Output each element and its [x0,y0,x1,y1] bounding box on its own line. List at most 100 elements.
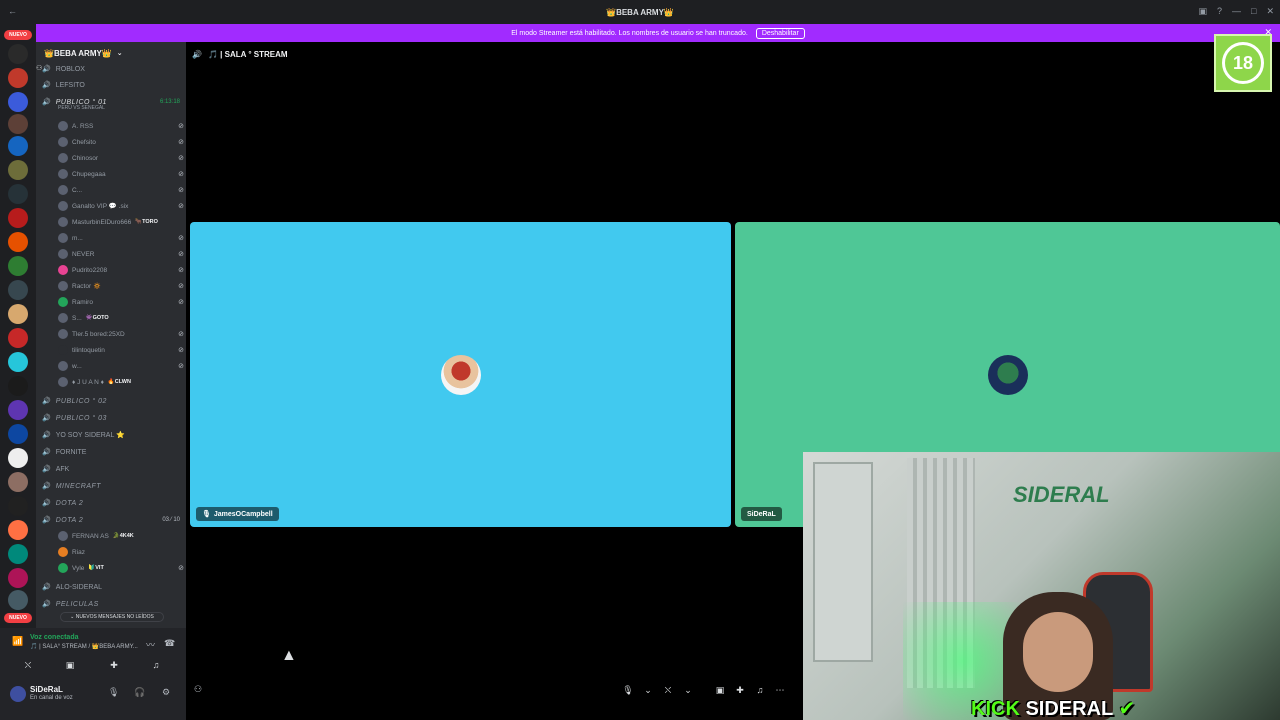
server-icon[interactable] [8,68,28,88]
channel-publico-02[interactable]: 🔊 PUBLICO ° 02 [42,394,182,408]
voice-user[interactable]: Chinosor ⊘ [58,151,184,165]
banner-text: El modo Streamer está habilitado. Los no… [511,29,748,37]
voice-user[interactable]: Ganalto VIP 💬 .six ⊘ [58,199,184,213]
server-icon[interactable] [8,304,28,324]
inbox-icon[interactable]: ▣ [1198,6,1207,17]
microphone-icon[interactable]: 🎙 [108,687,119,698]
voice-user[interactable]: Riaz [58,545,184,559]
headphones-icon[interactable]: 🎧 [134,687,145,698]
voice-user[interactable]: MasturbinElDuro666 🐂TORO [58,215,184,229]
help-icon[interactable]: ? [1217,6,1222,17]
server-icon[interactable] [8,160,28,180]
voice-user[interactable]: Chupegaaa ⊘ [58,167,184,181]
signal-icon[interactable]: 📶 [12,636,23,647]
voice-channel[interactable]: 🎵 | SALA° STREAM / 👑BEBA ARMY... [30,643,138,650]
user-name[interactable]: SiDeRaL [30,685,63,694]
server-icon[interactable] [8,44,28,64]
channel-yo-soy-sideral[interactable]: 🔊 YO SOY SIDERAL ⭐ [42,428,182,442]
voice-user[interactable]: Chefsito ⊘ [58,135,184,149]
voice-status[interactable]: Voz conectada [30,634,79,641]
voice-user[interactable]: S... 👾GOTO [58,311,184,325]
channel-publico-03[interactable]: 🔊 PUBLICO ° 03 [42,411,182,425]
back-arrow-icon[interactable]: ← [8,6,17,16]
screen-share-button[interactable]: ▣ [52,658,88,672]
age-18-label: 18 [1222,42,1264,84]
avatar [58,185,68,195]
invite-icon[interactable]: ⚇ [194,684,202,695]
channel-roblox[interactable]: 🔊 ROBLOX [42,62,182,76]
screen-share-icon[interactable]: ▣ [712,682,728,698]
server-icon[interactable] [8,232,28,252]
channel-minecraft[interactable]: 🔊 MINECRAFT [42,479,182,493]
voice-user[interactable]: Vyle 🔰VIT ⊘ [58,561,184,575]
minimize-button[interactable]: — [1232,6,1241,17]
channel-dota2-b[interactable]: 🔊 DOTA 2 03 ⁄ 10 [42,513,182,527]
deafen-icon: ⊘ [178,235,184,242]
server-icon[interactable] [8,448,28,468]
avatar [58,217,68,227]
close-button[interactable]: ✕ [1266,6,1274,17]
channel-publico-01[interactable]: 🔊 PUBLICO ° 01 6:13:18 PERÚ VS SENEGAL [42,95,182,112]
new-badge-top[interactable]: NUEVO [4,30,32,40]
server-icon[interactable] [8,496,28,516]
verified-check-icon: ✔ [1118,698,1136,720]
channel-dota2-a[interactable]: 🔊 DOTA 2 [42,496,182,510]
server-icon[interactable] [8,568,28,588]
server-icon[interactable] [8,136,28,156]
server-header[interactable]: 👑BEBA ARMY👑 ⌄ [36,42,186,64]
voice-user[interactable]: C... ⊘ [58,183,184,197]
server-icon[interactable] [8,472,28,492]
more-icon[interactable]: ⋯ [772,682,788,698]
avatar[interactable] [10,686,26,702]
soundboard-button[interactable]: ♫ [138,658,174,672]
channel-peliculas[interactable]: 🔊 PELICULAS [42,597,182,611]
participant-tile[interactable]: 🎙 JamesOCampbell [190,222,731,527]
voice-user[interactable]: Ractor 🔅 ⊘ [58,279,184,293]
channel-lefsito[interactable]: 🔊 LEFSITO [42,78,182,92]
server-icon[interactable] [8,590,28,610]
voice-user[interactable]: NEVER ⊘ [58,247,184,261]
new-badge-bottom[interactable]: NUEVO [4,613,32,623]
voice-user[interactable]: w... ⊘ [58,359,184,373]
voice-user[interactable]: tilintoquetin ⊘ [58,343,184,357]
server-icon[interactable] [8,352,28,372]
server-icon[interactable] [8,544,28,564]
chevron-down-icon[interactable]: ⌄ [640,682,656,698]
camera-button[interactable]: ⛌ [10,658,46,672]
server-icon[interactable] [8,400,28,420]
disconnect-icon[interactable]: ☎ [164,638,175,649]
soundboard-icon[interactable]: ♫ [752,682,768,698]
disable-streamer-button[interactable]: Deshabilitar [755,27,805,39]
voice-user[interactable]: Pudrito2208 ⊘ [58,263,184,277]
voice-user[interactable]: A. RSS ⊘ [58,119,184,133]
server-icon[interactable] [8,520,28,540]
activities-icon[interactable]: ✚ [732,682,748,698]
voice-user[interactable]: Ramiro ⊘ [58,295,184,309]
server-icon[interactable] [8,208,28,228]
server-icon[interactable] [8,114,28,134]
channel-alo-sideral[interactable]: 🔊 ALO-SIDERAL [42,580,182,594]
microphone-icon[interactable]: 🎙 [620,682,636,698]
server-icon[interactable] [8,184,28,204]
voice-user[interactable]: Tler.5 bored:25XD ⊘ [58,327,184,341]
channel-fornite[interactable]: 🔊 FORNITE [42,445,182,459]
voice-user[interactable]: FERNAN AS 🐊4K4K [58,529,184,543]
gear-icon[interactable]: ⚙ [162,687,170,698]
avatar [58,377,68,387]
server-icon[interactable] [8,328,28,348]
channel-afk[interactable]: 🔊 AFK [42,462,182,476]
server-icon[interactable] [8,280,28,300]
maximize-button[interactable]: □ [1251,6,1256,17]
noise-suppression-icon[interactable]: 〰 [146,638,155,651]
avatar [58,249,68,259]
server-icon[interactable] [8,92,28,112]
camera-off-icon[interactable]: ⛌ [660,682,676,698]
new-messages-pill[interactable]: ⌄ NUEVOS MENSAJES NO LEÍDOS [60,612,164,622]
activities-button[interactable]: ✚ [96,658,132,672]
chevron-down-icon[interactable]: ⌄ [680,682,696,698]
server-icon[interactable] [8,256,28,276]
server-icon[interactable] [8,376,28,396]
voice-user[interactable]: m... ⊘ [58,231,184,245]
server-icon[interactable] [8,424,28,444]
voice-user[interactable]: ♦ J U A N ♦ 🔥CLWN [58,375,184,389]
